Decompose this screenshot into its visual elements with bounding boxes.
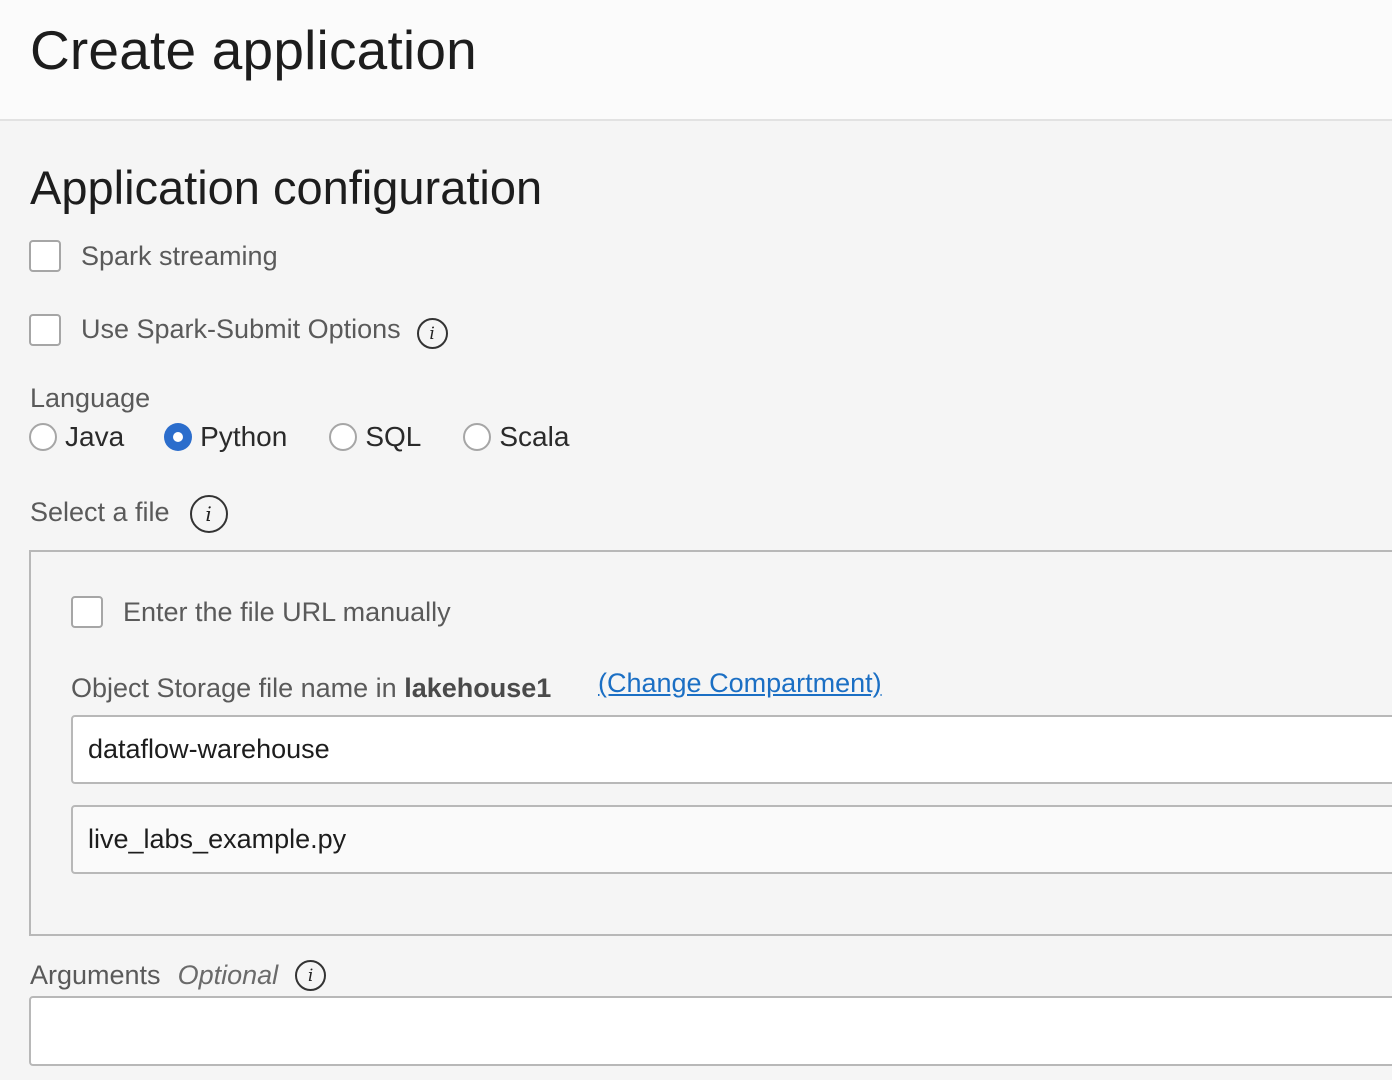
arguments-optional-label: Optional xyxy=(177,960,279,990)
radio-java-label: Java xyxy=(65,421,125,452)
spark-submit-checkbox[interactable] xyxy=(29,313,61,346)
section-title: Application configuration xyxy=(30,161,543,214)
radio-java[interactable] xyxy=(29,423,57,451)
select-file-header: Select a file i xyxy=(30,492,228,533)
page-title: Create application xyxy=(30,19,477,81)
language-label: Language xyxy=(30,383,151,413)
spark-streaming-checkbox[interactable] xyxy=(29,240,61,272)
arguments-header: Arguments Optional i xyxy=(30,960,327,991)
change-compartment-link[interactable]: (Change Compartment) xyxy=(598,668,882,699)
spark-submit-label: Use Spark-Submit Options xyxy=(81,314,401,344)
bucket-select[interactable]: dataflow-warehouse xyxy=(71,715,1392,784)
radio-python[interactable] xyxy=(164,423,193,451)
language-option-python[interactable]: Python xyxy=(164,421,287,453)
language-option-scala[interactable]: Scala xyxy=(463,421,569,453)
spark-streaming-row[interactable]: Spark streaming xyxy=(29,240,278,272)
file-value: live_labs_example.py xyxy=(88,824,347,854)
radio-python-label: Python xyxy=(200,421,288,452)
spark-streaming-label: Spark streaming xyxy=(81,240,278,271)
arguments-label: Arguments xyxy=(30,960,161,990)
radio-scala-label: Scala xyxy=(499,421,570,452)
info-icon[interactable]: i xyxy=(189,495,228,533)
bucket-value: dataflow-warehouse xyxy=(88,734,330,764)
arguments-input[interactable] xyxy=(29,996,1392,1066)
language-option-java[interactable]: Java xyxy=(29,421,124,453)
spark-submit-row[interactable]: Use Spark-Submit Options i xyxy=(29,310,448,349)
compartment-name: lakehouse1 xyxy=(404,673,552,703)
radio-scala[interactable] xyxy=(463,423,492,451)
storage-label-prefix: Object Storage file name in xyxy=(71,673,397,703)
radio-sql[interactable] xyxy=(329,423,358,451)
manual-url-checkbox[interactable] xyxy=(71,596,103,628)
select-file-label: Select a file xyxy=(30,497,170,527)
page-header: Create application xyxy=(0,0,1392,121)
manual-url-row[interactable]: Enter the file URL manually xyxy=(71,596,451,628)
manual-url-label: Enter the file URL manually xyxy=(123,596,451,627)
object-storage-label: Object Storage file name in lakehouse1 xyxy=(71,673,551,704)
language-option-sql[interactable]: SQL xyxy=(329,421,421,453)
language-radio-group: Java Python SQL Scala xyxy=(29,421,609,453)
radio-sql-label: SQL xyxy=(365,421,422,452)
info-icon[interactable]: i xyxy=(416,318,448,349)
info-icon[interactable]: i xyxy=(295,960,327,991)
file-select[interactable]: live_labs_example.py xyxy=(71,805,1392,874)
